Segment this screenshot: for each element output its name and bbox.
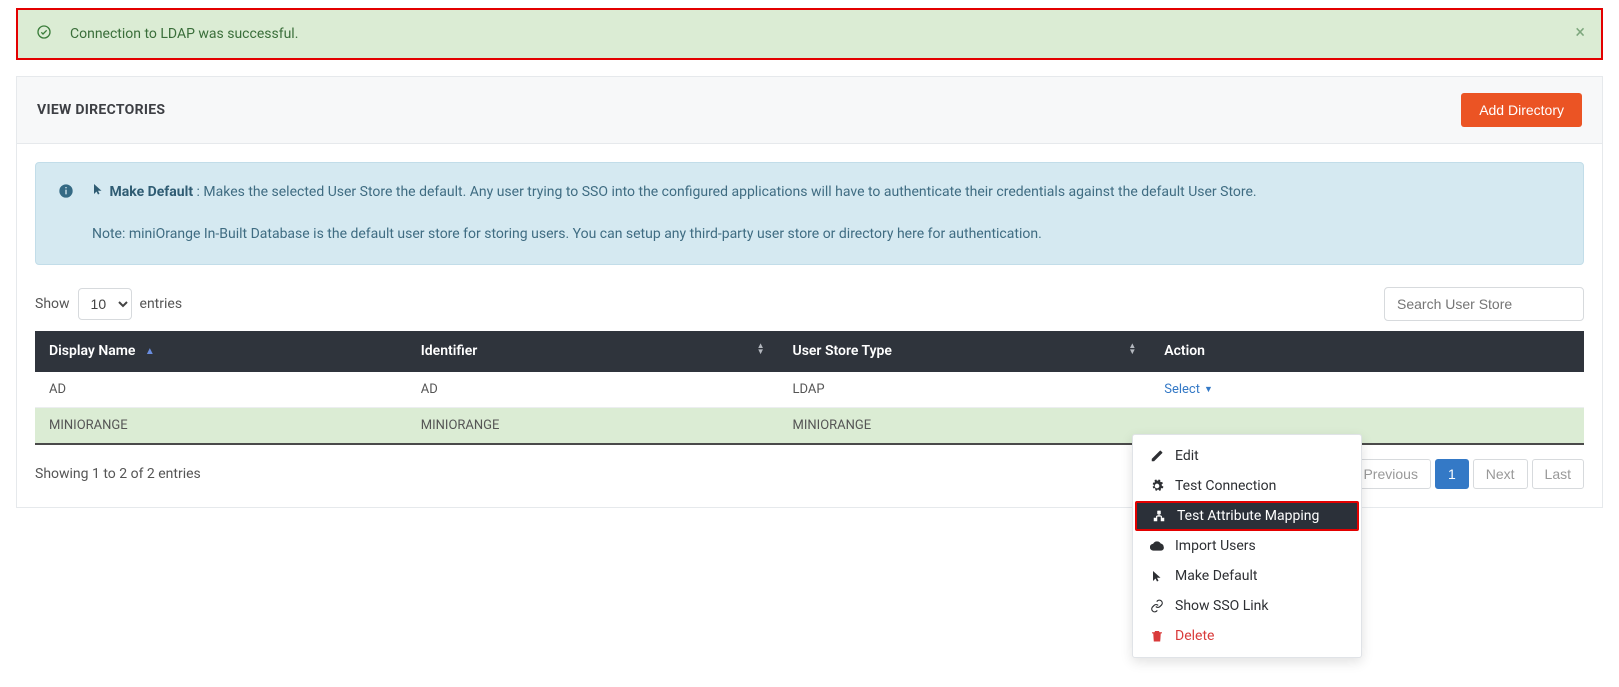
page-number[interactable]: 1 [1435,459,1469,489]
col-display-name[interactable]: Display Name ▲ [35,331,407,372]
cloud-upload-icon [1149,539,1165,553]
alert-success: Connection to LDAP was successful. × [16,8,1603,60]
make-default-label: Make Default [109,184,193,200]
info-text: Make Default : Makes the selected User S… [92,181,1257,246]
sort-icon: ▲▼ [757,343,765,355]
select-action[interactable]: Select ▼ [1164,382,1213,397]
cell-identifier: MINIORANGE [407,407,779,444]
page-next[interactable]: Next [1473,459,1528,489]
add-directory-button[interactable]: Add Directory [1461,93,1582,127]
table-toolbar: Show 10 entries [35,287,1584,321]
info-icon [58,183,74,246]
cell-user-store-type: MINIORANGE [779,407,1151,444]
page-title: VIEW DIRECTORIES [37,102,165,118]
make-default-desc: : Makes the selected User Store the defa… [197,184,1257,200]
entries-select[interactable]: 10 [78,288,132,320]
menu-test-attribute-mapping[interactable]: Test Attribute Mapping [1135,501,1359,531]
menu-make-default[interactable]: Make Default [1133,561,1361,591]
show-label: Show [35,296,70,312]
page-last[interactable]: Last [1532,459,1584,489]
panel-header: VIEW DIRECTORIES Add Directory [17,77,1602,144]
info-note: Note: miniOrange In-Built Database is th… [92,223,1257,245]
trash-icon [1149,629,1165,643]
directories-table: Display Name ▲ Identifier ▲▼ User Store … [35,331,1584,445]
cell-identifier: AD [407,371,779,407]
cursor-icon [92,181,104,203]
cell-display-name: AD [35,371,407,407]
gear-icon [1149,479,1165,493]
alert-message: Connection to LDAP was successful. [70,26,298,42]
close-icon[interactable]: × [1575,24,1585,42]
page-previous[interactable]: Previous [1350,459,1430,489]
menu-test-connection[interactable]: Test Connection [1133,471,1361,501]
info-callout: Make Default : Makes the selected User S… [35,162,1584,265]
col-identifier[interactable]: Identifier ▲▼ [407,331,779,372]
menu-import-users[interactable]: Import Users [1133,531,1361,561]
col-action: Action [1150,331,1584,372]
table-row: AD AD LDAP Select ▼ [35,371,1584,407]
sort-asc-icon: ▲ [145,346,155,357]
search-input[interactable] [1384,287,1584,321]
cell-display-name: MINIORANGE [35,407,407,444]
col-user-store-type[interactable]: User Store Type ▲▼ [779,331,1151,372]
directories-panel: VIEW DIRECTORIES Add Directory Make Defa… [16,76,1603,508]
menu-show-sso-link[interactable]: Show SSO Link [1133,591,1361,621]
mapping-icon [1151,509,1167,523]
cursor-icon [1149,569,1165,583]
menu-edit[interactable]: Edit [1133,441,1361,471]
cell-user-store-type: LDAP [779,371,1151,407]
sort-icon: ▲▼ [1128,343,1136,355]
menu-delete[interactable]: Delete [1133,621,1361,651]
action-dropdown: Edit Test Connection Test Attribute Mapp… [1132,434,1362,658]
caret-down-icon: ▼ [1204,384,1213,395]
edit-icon [1149,449,1165,463]
showing-text: Showing 1 to 2 of 2 entries [35,466,201,482]
link-icon [1149,599,1165,613]
check-circle-icon [36,24,52,44]
entries-label: entries [140,296,183,312]
